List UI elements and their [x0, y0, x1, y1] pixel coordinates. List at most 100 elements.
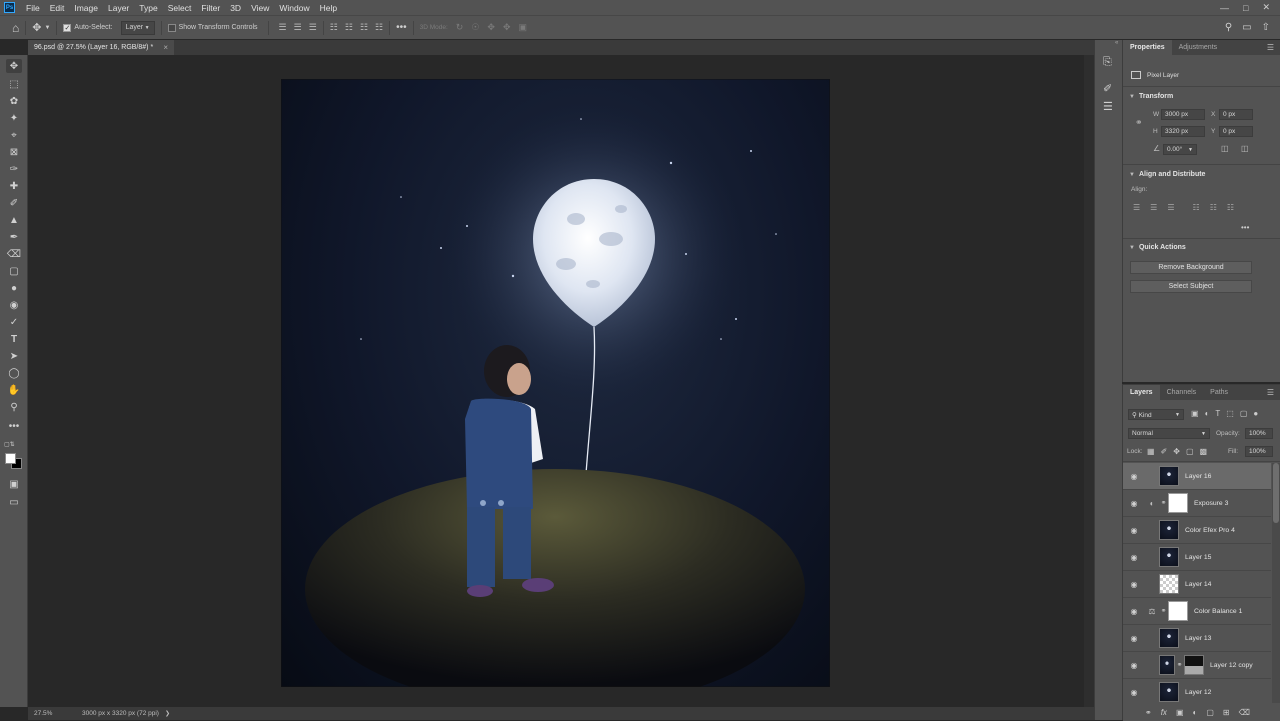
hand-tool-icon[interactable]: ✋: [6, 383, 22, 397]
layer-row[interactable]: ◉ Layer 15: [1123, 544, 1271, 571]
lock-pixels-icon[interactable]: ✐: [1161, 447, 1168, 456]
collapse-icon[interactable]: «: [1115, 40, 1118, 46]
fx-icon[interactable]: fx: [1161, 708, 1167, 717]
blur-tool-icon[interactable]: ●: [6, 281, 22, 295]
link-icon[interactable]: ⚭: [1135, 117, 1143, 128]
clone-stamp-tool-icon[interactable]: ▲: [6, 213, 22, 227]
show-transform-checkbox[interactable]: [167, 23, 176, 32]
filter-toggle-icon[interactable]: ●: [1253, 409, 1258, 418]
eye-icon[interactable]: ◉: [1123, 472, 1145, 481]
select-subject-button[interactable]: Select Subject: [1130, 280, 1252, 293]
angle-field[interactable]: 0.00° ▼: [1163, 144, 1197, 155]
align-right-edges-icon[interactable]: ☰: [309, 22, 317, 33]
gradient-tool-icon[interactable]: ▢: [6, 264, 22, 278]
3d-camera-icon[interactable]: ▣: [519, 22, 528, 33]
align-vertical-centers-icon[interactable]: ☷: [345, 22, 353, 33]
eye-icon[interactable]: ◉: [1123, 526, 1145, 535]
path-selection-tool-icon[interactable]: ➤: [6, 349, 22, 363]
lock-artboard-icon[interactable]: ▢: [1186, 447, 1194, 456]
menu-image[interactable]: Image: [74, 3, 98, 13]
marquee-tool-icon[interactable]: ⬚: [6, 77, 22, 91]
align-middle-icon[interactable]: ☷: [1210, 203, 1217, 212]
y-field[interactable]: 0 px: [1219, 126, 1253, 137]
filter-shape-icon[interactable]: ⬚: [1226, 409, 1234, 418]
eye-icon[interactable]: ◉: [1123, 661, 1145, 670]
zoom-tool-icon[interactable]: ⚲: [6, 400, 22, 414]
minimize-icon[interactable]: —: [1220, 3, 1229, 13]
more-options-icon[interactable]: •••: [396, 22, 407, 33]
align-top-edges-icon[interactable]: ☷: [330, 22, 338, 33]
fill-field[interactable]: 100%: [1245, 446, 1273, 457]
quick-actions-header[interactable]: ▼ Quick Actions: [1129, 244, 1186, 251]
type-tool-icon[interactable]: T: [6, 332, 22, 346]
link-layers-icon[interactable]: ⚭: [1145, 708, 1152, 717]
lasso-tool-icon[interactable]: ✿: [6, 94, 22, 108]
align-center-icon[interactable]: ☰: [1150, 203, 1157, 212]
3d-orbit-icon[interactable]: ↻: [456, 22, 464, 33]
panel-menu-icon[interactable]: ☰: [1267, 43, 1274, 52]
layer-row[interactable]: ◉ Layer 14: [1123, 571, 1271, 598]
add-mask-icon[interactable]: ▣: [1176, 708, 1184, 717]
3d-pan-icon[interactable]: ✥: [487, 22, 495, 33]
tab-properties[interactable]: Properties: [1123, 40, 1172, 55]
eye-icon[interactable]: ◉: [1123, 634, 1145, 643]
tab-adjustments[interactable]: Adjustments: [1172, 40, 1225, 55]
brush-settings-icon[interactable]: ✐: [1103, 82, 1112, 95]
eye-icon[interactable]: ◉: [1123, 553, 1145, 562]
share-icon[interactable]: ⇧: [1262, 22, 1270, 33]
layer-row[interactable]: ◉ Layer 12: [1123, 679, 1271, 706]
workspace-icon[interactable]: ▭: [1242, 22, 1251, 33]
vertical-scrollbar[interactable]: [1084, 55, 1094, 707]
layer-row[interactable]: ◉ Layer 16: [1123, 463, 1271, 490]
align-bottom-edges-icon[interactable]: ☷: [360, 22, 368, 33]
filter-pixel-icon[interactable]: ▣: [1191, 409, 1199, 418]
history-panel-icon[interactable]: ⎘: [1103, 56, 1112, 69]
filter-adjustment-icon[interactable]: ◐: [1205, 409, 1210, 418]
layer-row[interactable]: ◉ ◐ ⚭ Exposure 3: [1123, 490, 1271, 517]
align-left-icon[interactable]: ☰: [1133, 203, 1140, 212]
lock-position-icon[interactable]: ✥: [1173, 447, 1180, 456]
search-icon[interactable]: ⚲: [1225, 22, 1232, 33]
eraser-tool-icon[interactable]: ⌫: [6, 247, 22, 261]
layer-mask-thumbnail[interactable]: [1168, 493, 1188, 513]
quick-selection-tool-icon[interactable]: ✦: [6, 111, 22, 125]
menu-type[interactable]: Type: [139, 3, 157, 13]
3d-roll-icon[interactable]: ☉: [471, 22, 479, 33]
3d-slide-icon[interactable]: ✥: [503, 22, 511, 33]
frame-tool-icon[interactable]: ⊠: [6, 145, 22, 159]
opacity-field[interactable]: 100%: [1245, 428, 1273, 439]
menu-window[interactable]: Window: [279, 3, 309, 13]
align-bottom-icon[interactable]: ☷: [1227, 203, 1234, 212]
pen-tool-icon[interactable]: ✓: [6, 315, 22, 329]
adjustments-panel-icon[interactable]: ☰: [1103, 100, 1113, 113]
distribute-icon[interactable]: ☷: [375, 22, 383, 33]
menu-help[interactable]: Help: [320, 3, 337, 13]
eye-icon[interactable]: ◉: [1123, 688, 1145, 697]
x-field[interactable]: 0 px: [1219, 109, 1253, 120]
layer-mask-thumbnail[interactable]: [1184, 655, 1204, 675]
eye-icon[interactable]: ◉: [1123, 499, 1145, 508]
brush-tool-icon[interactable]: ✐: [6, 196, 22, 210]
menu-layer[interactable]: Layer: [108, 3, 129, 13]
layer-row[interactable]: ◉ Layer 13: [1123, 625, 1271, 652]
menu-file[interactable]: File: [26, 3, 40, 13]
menu-view[interactable]: View: [251, 3, 269, 13]
new-adjustment-icon[interactable]: ◐: [1193, 708, 1198, 717]
edit-toolbar-icon[interactable]: •••: [6, 419, 22, 433]
filter-kind-dropdown[interactable]: ⚲ Kind ▼: [1128, 409, 1184, 420]
maximize-icon[interactable]: □: [1243, 3, 1248, 13]
eyedropper-tool-icon[interactable]: ✑: [6, 162, 22, 176]
transform-section-header[interactable]: ▼ Transform: [1129, 93, 1173, 100]
eye-icon[interactable]: ◉: [1123, 580, 1145, 589]
menu-3d[interactable]: 3D: [230, 3, 241, 13]
crop-tool-icon[interactable]: ⌖: [6, 128, 22, 142]
align-section-header[interactable]: ▼ Align and Distribute: [1129, 171, 1205, 178]
document-tab[interactable]: 96.psd @ 27.5% (Layer 16, RGB/8#) * ×: [28, 40, 174, 55]
menu-edit[interactable]: Edit: [50, 3, 65, 13]
align-right-icon[interactable]: ☰: [1167, 203, 1174, 212]
document-info[interactable]: 3000 px x 3320 px (72 ppi): [82, 710, 159, 717]
menu-filter[interactable]: Filter: [201, 3, 220, 13]
home-icon[interactable]: ⌂: [12, 21, 19, 35]
blend-mode-dropdown[interactable]: Normal ▼: [1128, 428, 1210, 439]
screen-mode-icon[interactable]: ▭: [6, 495, 22, 509]
